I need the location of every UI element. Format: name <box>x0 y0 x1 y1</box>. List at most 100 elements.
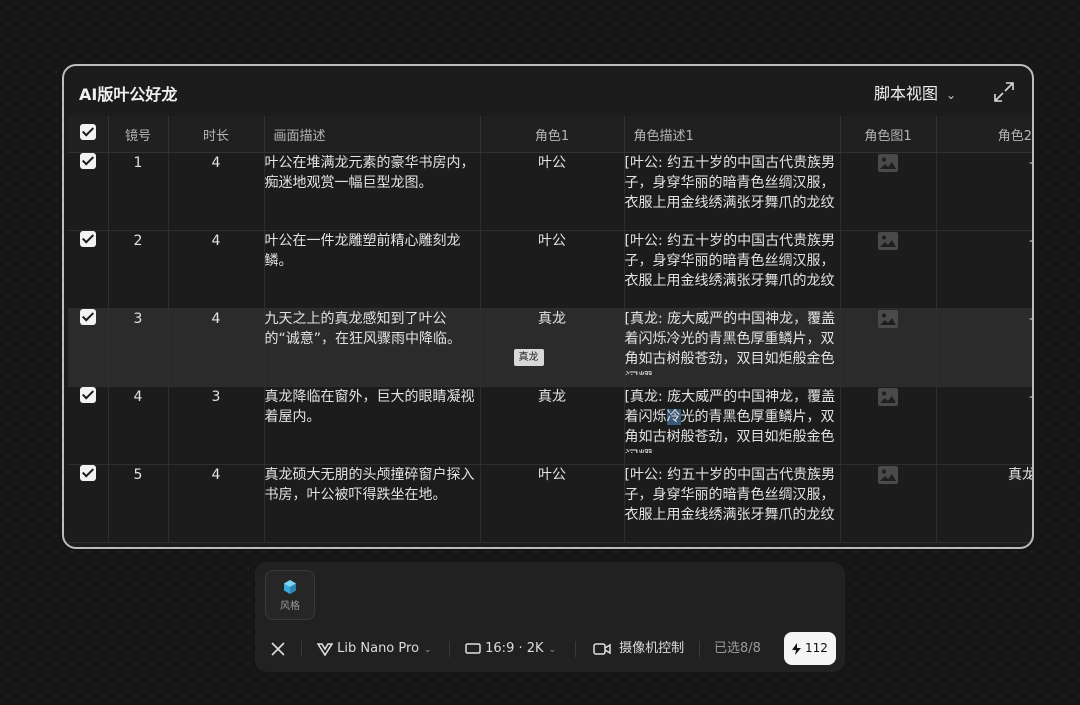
close-button[interactable] <box>271 632 285 666</box>
aspect-ratio-label: 16:9 · 2K <box>485 641 544 656</box>
role1-description: [叶公: 约五十岁的中国古代贵族男子，身穿华丽的暗青色丝绸汉服，衣服上用金线绣满… <box>624 233 836 289</box>
checkbox-icon[interactable] <box>79 231 96 247</box>
role2-name[interactable]: – <box>936 308 1032 387</box>
role1-description-cell[interactable]: [真龙: 庞大威严的中国神龙，覆盖着闪烁冷光的青黑色厚重鳞片，双角如古树般苍劲，… <box>624 386 841 465</box>
camera-icon <box>593 642 611 655</box>
shot-duration[interactable]: 3 <box>168 386 265 465</box>
role2-name[interactable]: – <box>936 386 1032 465</box>
role1-image-cell[interactable] <box>840 386 937 465</box>
row-checkbox-cell <box>68 308 109 387</box>
toolbar-divider <box>575 641 576 657</box>
role1-name[interactable]: 叶公 <box>480 152 625 231</box>
role1-description: [叶公: 约五十岁的中国古代贵族男子，身穿华丽的暗青色丝绸汉服，衣服上用金线绣满… <box>624 155 836 211</box>
checkbox-icon[interactable] <box>79 465 96 481</box>
expand-icon[interactable] <box>992 80 1016 104</box>
chevron-down-icon: ⌄ <box>946 88 957 102</box>
role1-description-cell[interactable]: [叶公: 约五十岁的中国古代贵族男子，身穿华丽的暗青色丝绸汉服，衣服上用金线绣满… <box>624 230 841 309</box>
role1-description: [叶公: 约五十岁的中国古代贵族男子，身穿华丽的暗青色丝绸汉服，衣服上用金线绣满… <box>624 467 836 523</box>
bottom-toolbar: Lib Nano Pro ⌄ 16:9 · 2K ⌄ 摄像机控制 已选8/8 112 <box>255 632 845 666</box>
table-row[interactable]: 4 3 真龙降临在窗外，巨大的眼睛凝视着屋内。 真龙 [真龙: 庞大威严的中国神… <box>68 386 1032 465</box>
table-row[interactable]: 1 4 叶公在堆满龙元素的豪华书房内，痴迷地观赏一幅巨型龙图。 叶公 [叶公: … <box>68 152 1032 231</box>
table-row[interactable]: 2 4 叶公在一件龙雕塑前精心雕刻龙鳞。 叶公 [叶公: 约五十岁的中国古代贵族… <box>68 230 1032 309</box>
model-logo-icon <box>317 642 333 656</box>
page-title: AI版叶公好龙 <box>79 85 178 104</box>
aspect-ratio-select[interactable]: 16:9 · 2K ⌄ <box>465 632 556 666</box>
credits-count: 112 <box>804 641 828 655</box>
script-table: 镜号 时长 画面描述 角色1 角色描述1 角色图1 角色2 1 4 叶公在堆满龙… <box>68 116 1032 543</box>
generate-button[interactable]: 112 <box>784 632 836 665</box>
table-header-row: 镜号 时长 画面描述 角色1 角色描述1 角色图1 角色2 <box>68 116 1032 153</box>
role1-name: 真龙 <box>538 311 566 327</box>
shot-description[interactable]: 真龙硕大无朋的头颅撞碎窗户探入书房，叶公被吓得跌坐在地。 <box>264 464 481 543</box>
table-row[interactable]: 5 4 真龙硕大无朋的头颅撞碎窗户探入书房，叶公被吓得跌坐在地。 叶公 [叶公:… <box>68 464 1032 543</box>
shot-index: 4 <box>108 386 169 465</box>
role2-name[interactable]: – <box>936 230 1032 309</box>
role1-image-cell[interactable] <box>840 464 937 543</box>
image-placeholder-icon <box>878 388 898 406</box>
shot-description[interactable]: 九天之上的真龙感知到了叶公的“诚意”，在狂风骤雨中降临。 <box>264 308 481 387</box>
toolbar-divider <box>699 641 700 657</box>
checkbox-icon[interactable] <box>79 153 96 169</box>
view-mode-label: 脚本视图 <box>874 84 939 103</box>
role1-name[interactable]: 真龙 <box>480 386 625 465</box>
row-checkbox-cell <box>68 152 109 231</box>
shot-duration[interactable]: 4 <box>168 464 265 543</box>
role-tooltip-tag: 真龙 <box>513 349 544 366</box>
shot-duration[interactable]: 4 <box>168 230 265 309</box>
role1-description-cell[interactable]: [叶公: 约五十岁的中国古代贵族男子，身穿华丽的暗青色丝绸汉服，衣服上用金线绣满… <box>624 464 841 543</box>
camera-control-label: 摄像机控制 <box>619 641 685 656</box>
role2-name[interactable]: 真龙 <box>936 464 1032 543</box>
header-index: 镜号 <box>108 116 169 153</box>
row-checkbox-cell <box>68 464 109 543</box>
role1-description-cell[interactable]: [真龙: 庞大威严的中国神龙，覆盖着闪烁冷光的青黑色厚重鳞片，双角如古树般苍劲，… <box>624 308 841 387</box>
checkbox-icon[interactable] <box>79 309 96 325</box>
script-panel: AI版叶公好龙 脚本视图 ⌄ 镜号 时长 画面描述 角色1 角色描述1 角色图1 … <box>62 64 1034 549</box>
role1-description: [真龙: 庞大威严的中国神龙，覆盖着闪烁冷光的青黑色厚重鳞片，双角如古树般苍劲，… <box>624 311 836 375</box>
shot-index: 2 <box>108 230 169 309</box>
row-checkbox-cell <box>68 230 109 309</box>
shot-duration[interactable]: 4 <box>168 308 265 387</box>
shot-description[interactable]: 真龙降临在窗外，巨大的眼睛凝视着屋内。 <box>264 386 481 465</box>
shot-index: 1 <box>108 152 169 231</box>
shot-index: 3 <box>108 308 169 387</box>
select-all-checkbox-cell <box>68 116 109 153</box>
header-description: 画面描述 <box>264 116 481 153</box>
shot-index: 5 <box>108 464 169 543</box>
image-placeholder-icon <box>878 232 898 250</box>
table-row[interactable]: 3 4 九天之上的真龙感知到了叶公的“诚意”，在狂风骤雨中降临。 真龙 真龙 [… <box>68 308 1032 387</box>
checkbox-icon[interactable] <box>79 387 96 403</box>
lightning-icon <box>792 642 802 655</box>
role2-name[interactable]: – <box>936 152 1032 231</box>
shot-duration[interactable]: 4 <box>168 152 265 231</box>
view-mode-dropdown[interactable]: 脚本视图 ⌄ <box>874 80 956 104</box>
checkbox-icon[interactable] <box>79 124 96 140</box>
text-selection: 冷 <box>666 409 681 425</box>
role1-image-cell[interactable] <box>840 152 937 231</box>
cube-icon <box>284 580 296 594</box>
chevron-down-icon: ⌄ <box>424 645 432 655</box>
role1-name[interactable]: 叶公 <box>480 464 625 543</box>
image-placeholder-icon <box>878 310 898 328</box>
role1-image-cell[interactable] <box>840 230 937 309</box>
camera-control-button[interactable]: 摄像机控制 <box>593 632 684 666</box>
header-duration: 时长 <box>168 116 265 153</box>
header-role1-desc: 角色描述1 <box>624 116 841 153</box>
style-chip[interactable]: 风格 <box>265 570 315 620</box>
role1-description-cell[interactable]: [叶公: 约五十岁的中国古代贵族男子，身穿华丽的暗青色丝绸汉服，衣服上用金线绣满… <box>624 152 841 231</box>
shot-description[interactable]: 叶公在堆满龙元素的豪华书房内，痴迷地观赏一幅巨型龙图。 <box>264 152 481 231</box>
header-role1: 角色1 <box>480 116 625 153</box>
role1-cell[interactable]: 真龙 真龙 <box>480 308 625 387</box>
toolbar-divider <box>301 641 302 657</box>
aspect-ratio-icon <box>465 643 481 654</box>
generation-bar: 风格 Lib Nano Pro ⌄ 16:9 · 2K ⌄ 摄像机控制 已选8/8 … <box>255 562 845 672</box>
role1-description: [真龙: 庞大威严的中国神龙，覆盖着闪烁冷光的青黑色厚重鳞片，双角如古树般苍劲，… <box>625 387 840 453</box>
toolbar-divider <box>449 641 450 657</box>
role1-image-cell[interactable] <box>840 308 937 387</box>
role1-name[interactable]: 叶公 <box>480 230 625 309</box>
panel-header: AI版叶公好龙 脚本视图 ⌄ <box>64 66 1032 118</box>
model-select[interactable]: Lib Nano Pro ⌄ <box>317 632 432 666</box>
chevron-down-icon: ⌄ <box>548 645 557 655</box>
row-checkbox-cell <box>68 386 109 465</box>
shot-description[interactable]: 叶公在一件龙雕塑前精心雕刻龙鳞。 <box>264 230 481 309</box>
image-placeholder-icon <box>878 466 898 484</box>
